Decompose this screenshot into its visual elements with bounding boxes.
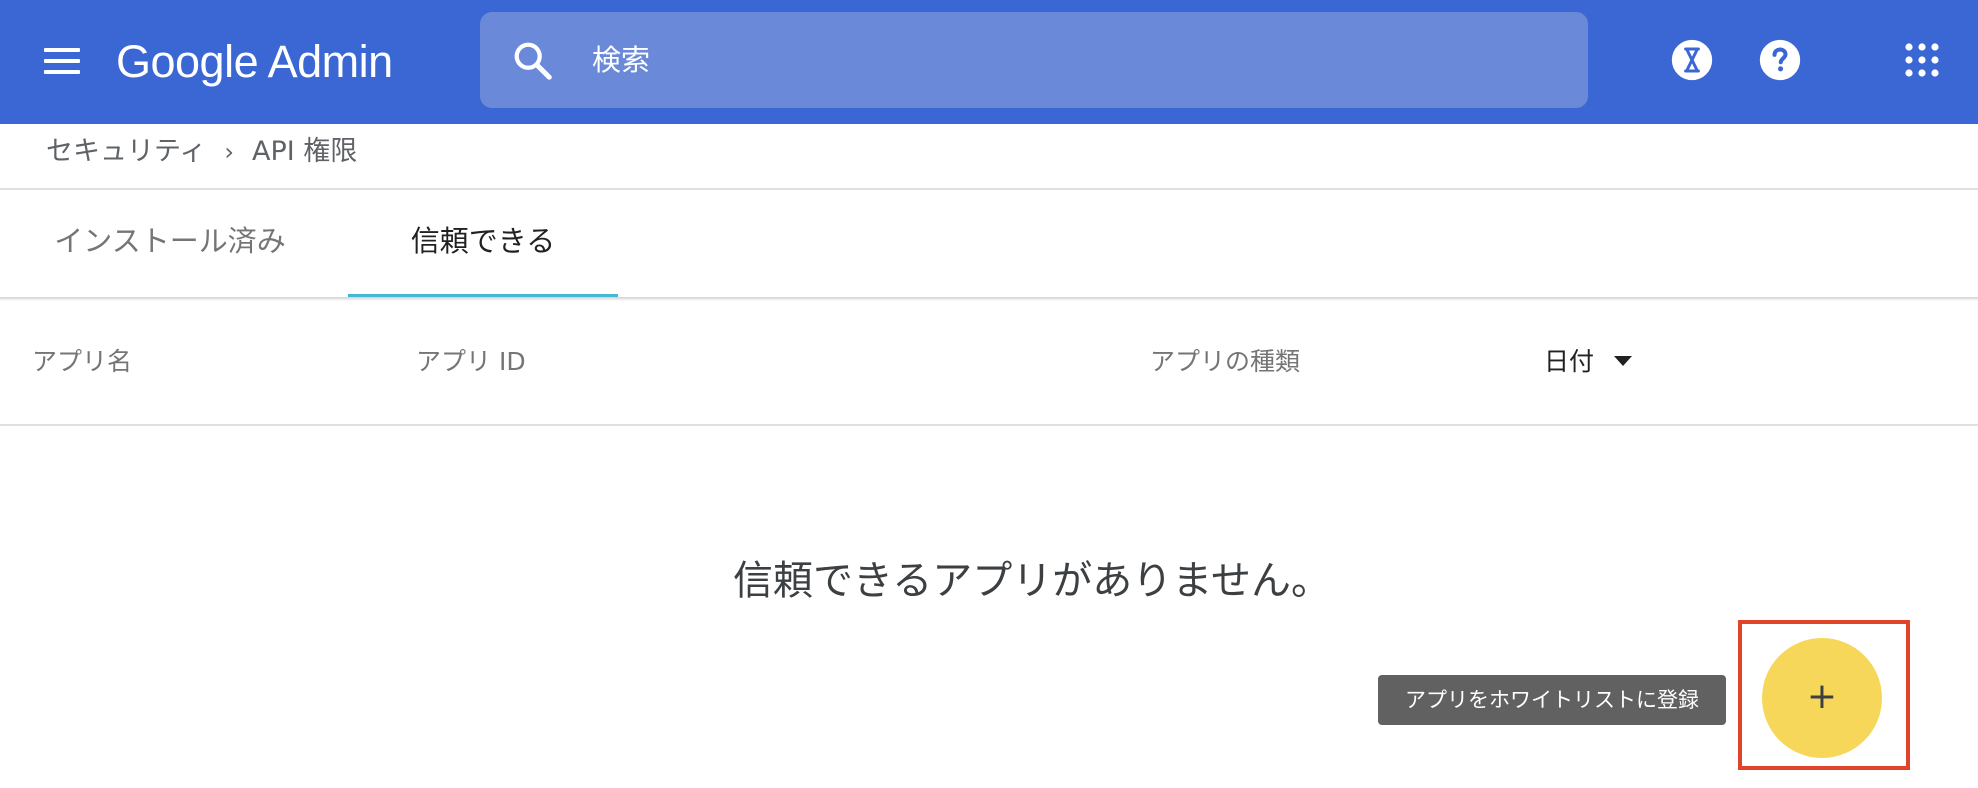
plus-icon: + — [1806, 676, 1838, 717]
tab-trusted[interactable]: 信頼できる — [348, 190, 618, 298]
column-header-app-type: アプリの種類 — [1150, 347, 1301, 376]
column-header-date-label: 日付 — [1544, 347, 1595, 376]
whitelist-app-tooltip: アプリをホワイトリストに登録 — [1378, 675, 1726, 725]
tab-bar-shadow — [0, 297, 1978, 301]
sort-descending-icon — [1614, 356, 1633, 366]
help-icon[interactable] — [1758, 38, 1802, 82]
tab-bar: インストール済み 信頼できる — [0, 190, 1978, 298]
breadcrumb-security-link[interactable]: セキュリティ — [46, 136, 206, 167]
search-input[interactable]: 検索 — [480, 12, 1588, 108]
breadcrumb-current: API 権限 — [252, 136, 358, 167]
search-icon — [514, 42, 552, 80]
column-header-app-name: アプリ名 — [32, 347, 133, 376]
search-placeholder: 検索 — [592, 43, 651, 77]
brand-logo[interactable]: Google Admin — [116, 32, 393, 92]
menu-icon[interactable] — [34, 38, 90, 86]
tab-installed[interactable]: インストール済み — [0, 190, 340, 298]
top-app-bar: Google Admin 検索 — [0, 0, 1978, 124]
column-header-date[interactable]: 日付 — [1544, 340, 1633, 384]
hourglass-icon[interactable] — [1670, 38, 1714, 82]
empty-state-message: 信頼できるアプリがありません。 — [733, 558, 1331, 604]
breadcrumb: セキュリティ › API 権限 — [46, 124, 357, 180]
add-app-button[interactable]: + — [1762, 638, 1882, 758]
table-header-divider — [0, 424, 1978, 426]
apps-grid-icon[interactable] — [1904, 42, 1940, 78]
column-header-app-id: アプリ ID — [416, 347, 526, 376]
breadcrumb-separator: › — [224, 138, 234, 166]
